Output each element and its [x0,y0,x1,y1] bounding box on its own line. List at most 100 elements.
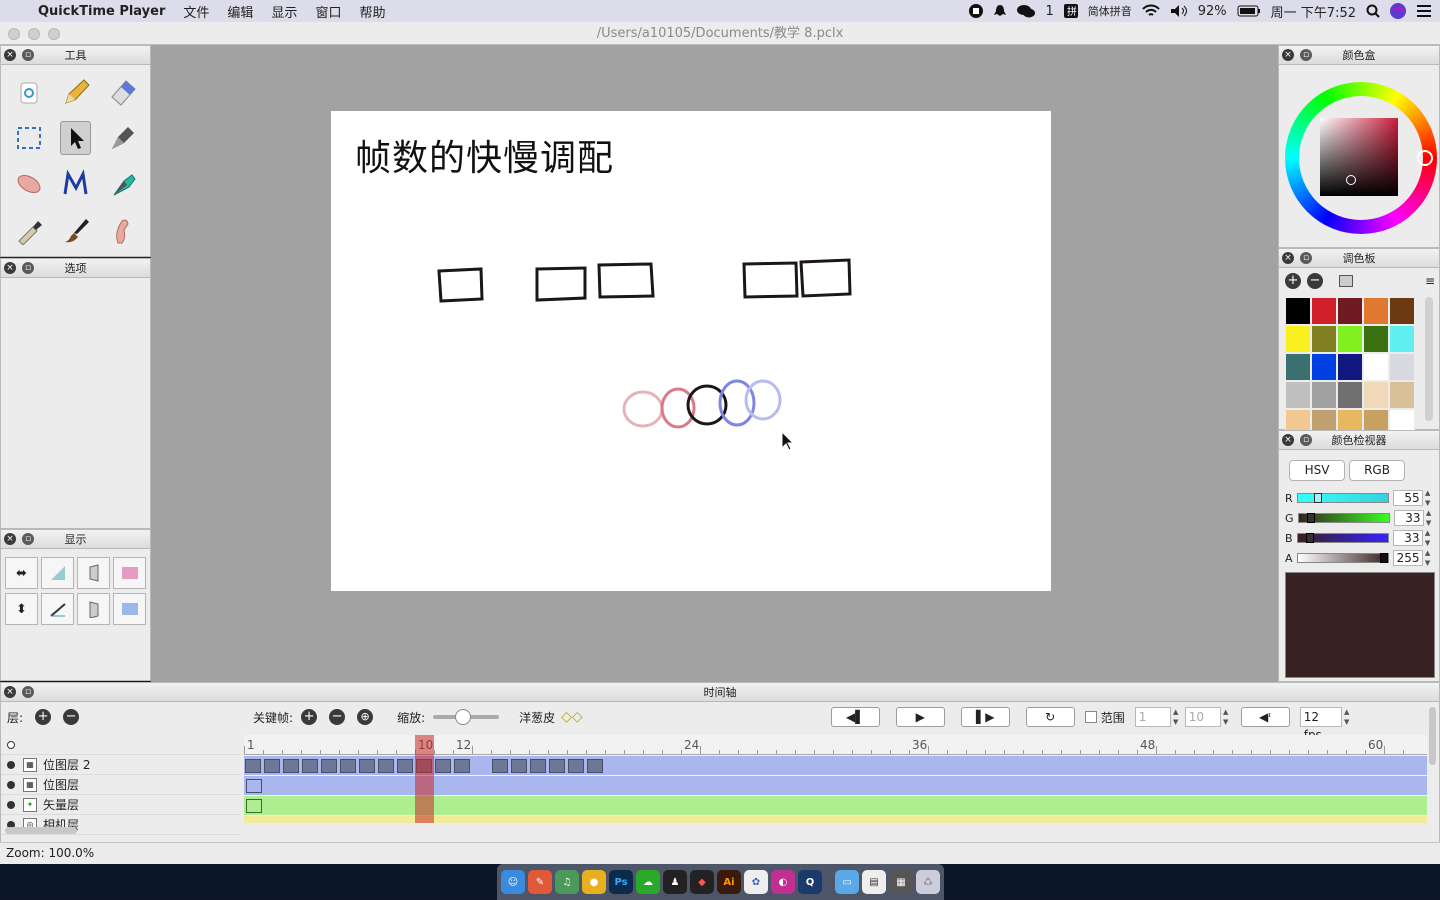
illustrator-icon[interactable]: Ai [717,870,741,894]
red-stepper[interactable]: ▲ ▼ [1423,488,1433,508]
frame-cell[interactable] [549,759,565,773]
frame-cell[interactable] [530,759,546,773]
slider-handle[interactable] [1313,493,1322,503]
color-swatch[interactable] [1389,297,1415,325]
color-swatch[interactable] [1363,325,1389,353]
photoshop-icon[interactable]: Ps [609,870,633,894]
close-panel-icon[interactable]: × [1282,252,1294,264]
pen-tool[interactable] [99,115,146,161]
remove-layer-icon[interactable]: − [63,709,80,725]
range-checkbox[interactable] [1084,711,1097,723]
range-start-field[interactable]: 1 [1134,707,1171,727]
frame-cell[interactable] [378,759,394,773]
close-panel-icon[interactable]: × [4,49,16,61]
color-swatch[interactable] [1311,381,1337,409]
float-panel-icon[interactable]: ▫ [22,533,34,545]
prev-frame-button[interactable]: ◀▌ [830,707,880,727]
figma-icon[interactable]: ◆ [690,870,714,894]
color-swatch[interactable] [1337,325,1363,353]
color-swatch[interactable] [1285,297,1311,325]
document-icon[interactable]: ▤ [862,870,886,894]
frame-cell[interactable] [245,759,261,773]
zoom-slider-handle[interactable] [455,709,472,725]
eraser-tool[interactable] [99,69,146,115]
keyframe-cell[interactable] [246,779,262,793]
volume-icon[interactable] [1170,4,1188,18]
fps-stepper[interactable]: ▲ ▼ [1342,707,1352,727]
hand-tool[interactable] [5,161,52,207]
color-swatch[interactable] [1363,353,1389,381]
frame-cell[interactable] [568,759,584,773]
smudge-tool[interactable] [99,207,146,253]
frame-cell[interactable] [264,759,280,773]
thin-lines-icon[interactable] [41,593,74,625]
green-value[interactable]: 33 [1393,510,1424,526]
trash-icon[interactable]: ♺ [916,870,940,894]
visibility-all-icon[interactable] [7,740,15,749]
frame-cell[interactable] [435,759,451,773]
green-slider[interactable] [1297,513,1390,523]
color-swatch[interactable] [1285,381,1311,409]
app-icon[interactable]: ♫ [555,870,579,894]
layer-row[interactable]: ▦ 位图层 [1,775,241,795]
float-panel-icon[interactable]: ▫ [1300,49,1312,61]
frame-cell[interactable] [454,759,470,773]
visibility-icon[interactable] [7,800,15,809]
canvas-area[interactable]: 帧数的快慢调配 [151,45,1278,682]
mirror-icon[interactable] [77,593,110,625]
color-swatch[interactable] [1311,325,1337,353]
siri-icon[interactable] [1390,3,1406,19]
close-panel-icon[interactable]: × [1282,49,1294,61]
remove-color-icon[interactable]: − [1307,273,1323,289]
color-swatch[interactable] [1311,297,1337,325]
frame-cell[interactable] [511,759,527,773]
color-swatch[interactable] [1337,381,1363,409]
close-panel-icon[interactable]: × [4,686,16,698]
color-swatch[interactable] [1285,325,1311,353]
wechat-icon[interactable] [1017,4,1036,18]
palette-menu-icon[interactable]: ≡ [1425,274,1435,288]
clock[interactable]: 周一 下午7:52 [1271,2,1356,21]
add-keyframe-icon[interactable]: + [301,709,318,725]
blue-stepper[interactable]: ▲ ▼ [1423,528,1433,548]
menu-window[interactable]: 窗口 [306,2,350,21]
frame-grid[interactable]: 1101224364860 [244,735,1427,823]
close-panel-icon[interactable]: × [4,533,16,545]
sv-picker-handle[interactable] [1346,175,1356,185]
palette-view-icon[interactable] [1339,275,1353,287]
duplicate-keyframe-icon[interactable]: ⊕ [357,709,374,725]
record-icon[interactable] [969,4,984,18]
qq-icon[interactable] [993,4,1007,18]
onion-skin-icon[interactable]: ◇◇ [561,709,583,725]
close-window-button[interactable] [8,28,20,40]
slider-handle[interactable] [1379,553,1388,563]
flip-vertical-icon[interactable]: ⬍ [5,593,38,625]
folder-icon[interactable]: ▭ [835,870,859,894]
zoom-window-button[interactable] [48,28,60,40]
range-end-stepper[interactable]: ▲ ▼ [1221,707,1231,727]
app-menu[interactable]: QuickTime Player [29,4,174,19]
menu-help[interactable]: 帮助 [350,2,394,21]
layer-row[interactable]: ✦ 矢量层 [1,795,241,815]
alpha-slider[interactable] [1296,553,1389,563]
app-icon[interactable]: ✿ [744,870,768,894]
input-method-icon[interactable]: 拼 [1063,4,1078,18]
pencil-tool[interactable] [52,69,99,115]
fps-field[interactable]: 12 fps [1299,707,1342,742]
move-tool[interactable] [60,121,91,155]
float-panel-icon[interactable]: ▫ [1300,252,1312,264]
menu-view[interactable]: 显示 [262,2,306,21]
color-swatch[interactable] [1337,353,1363,381]
float-panel-icon[interactable]: ▫ [22,262,34,274]
menu-edit[interactable]: 编辑 [218,2,262,21]
frame-cell[interactable] [397,759,413,773]
color-swatch[interactable] [1285,353,1311,381]
menu-file[interactable]: 文件 [174,2,218,21]
quicktime-icon[interactable]: Q [798,870,822,894]
frame-cell[interactable] [302,759,318,773]
loop-button[interactable]: ↻ [1025,707,1075,727]
eyedropper-tool[interactable] [5,207,52,253]
float-panel-icon[interactable]: ▫ [22,686,34,698]
add-color-icon[interactable]: + [1285,273,1301,289]
qq-dock-icon[interactable]: ♟ [663,870,687,894]
